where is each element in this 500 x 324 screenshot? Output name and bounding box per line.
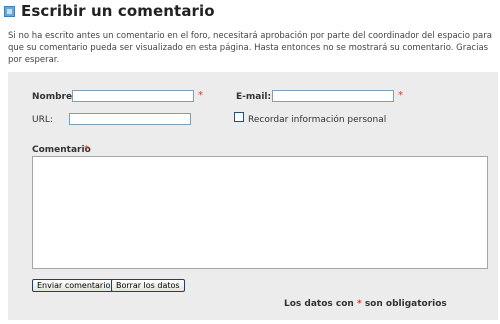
page-header: Escribir un comentario: [4, 0, 215, 22]
required-note-suffix: son obligatorios: [364, 299, 447, 309]
email-required-marker: *: [398, 90, 403, 101]
name-required-marker: *: [198, 90, 203, 101]
url-label: URL:: [32, 115, 53, 125]
required-fields-note: Los datos con * son obligatorios: [284, 299, 447, 309]
intro-text: Si no ha escrito antes un comentario en …: [8, 31, 492, 65]
comment-form: Nombre: * E-mail: * URL: Recordar inform…: [8, 72, 498, 320]
comment-label: Comentario: [32, 145, 91, 155]
url-field[interactable]: [69, 113, 191, 125]
remember-label: Recordar información personal: [248, 115, 387, 125]
name-field[interactable]: [72, 90, 194, 102]
comment-textarea[interactable]: [32, 156, 488, 269]
required-note-prefix: Los datos con: [284, 299, 354, 309]
email-label: E-mail:: [236, 92, 272, 102]
page-title: Escribir un comentario: [21, 2, 215, 20]
required-note-star: *: [356, 299, 362, 309]
submit-comment-button[interactable]: Enviar comentario: [32, 279, 116, 292]
remember-checkbox[interactable]: [234, 112, 244, 122]
square-bullet-icon: [4, 5, 15, 17]
email-field[interactable]: [272, 90, 394, 102]
comment-required-marker: *: [84, 144, 89, 155]
name-label: Nombre:: [32, 92, 76, 102]
clear-data-button[interactable]: Borrar los datos: [111, 279, 185, 292]
